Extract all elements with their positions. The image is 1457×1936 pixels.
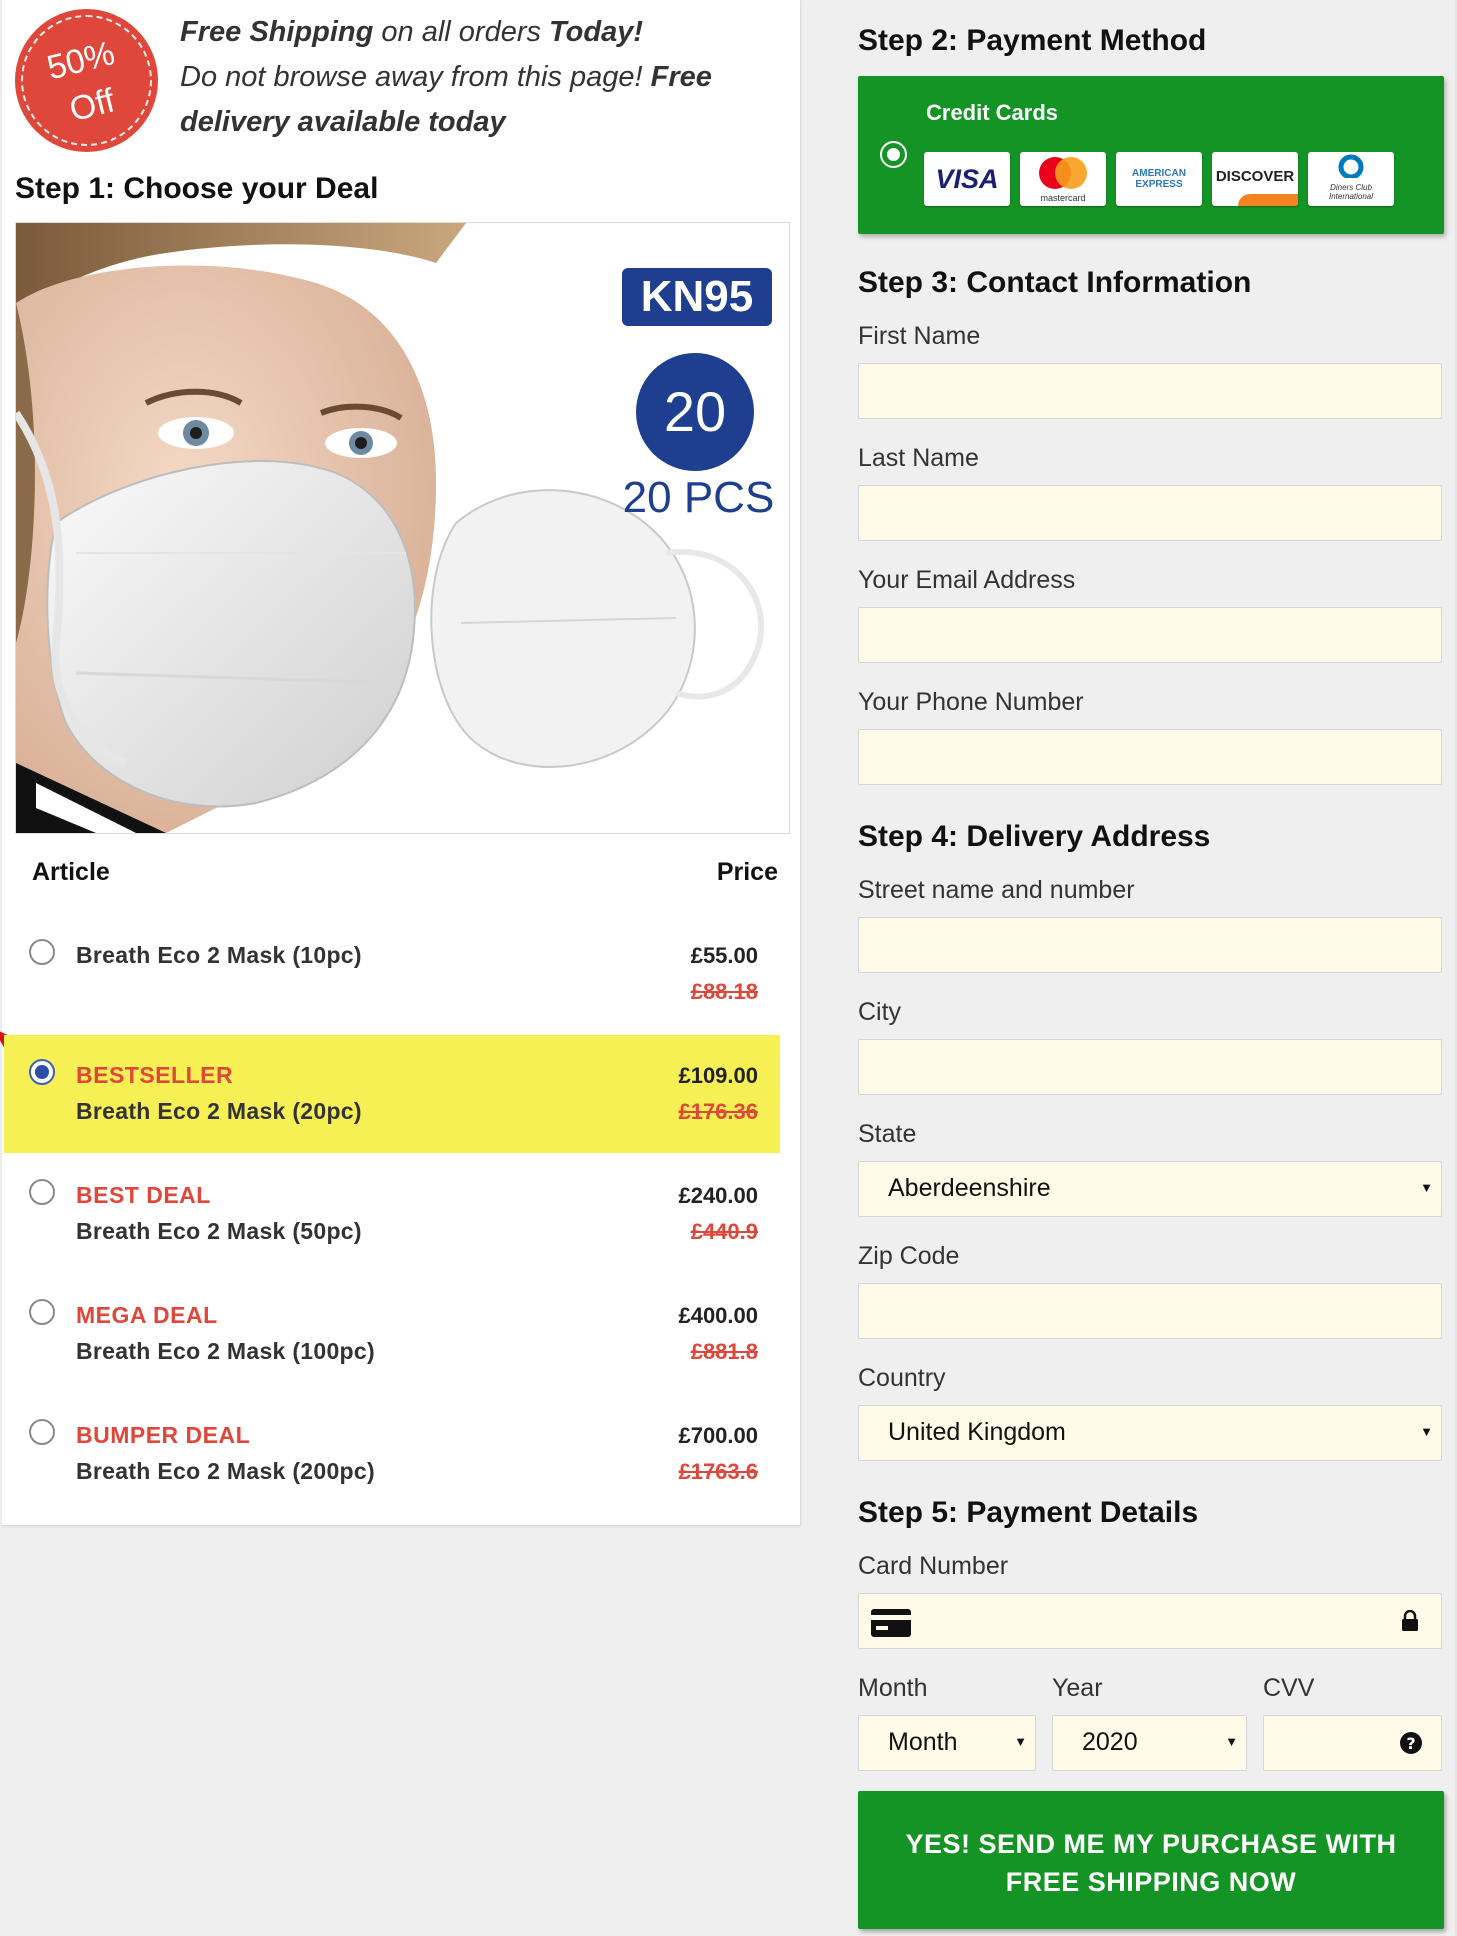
- piece-count-label: 20 PCS: [622, 473, 775, 522]
- promo-warning: Do not browse away from this page!: [180, 61, 651, 93]
- kn95-badge: KN95: [622, 268, 772, 326]
- promo-delivery: delivery available today: [180, 106, 506, 138]
- deal-radio[interactable]: [29, 1299, 55, 1325]
- mastercard-icon: mastercard: [1020, 152, 1106, 206]
- last-name-label: Last Name: [858, 444, 979, 472]
- deal-radio[interactable]: [29, 1179, 55, 1205]
- step4-title: Step 4: Delivery Address: [858, 820, 1211, 853]
- deal-price: £400.00: [678, 1303, 758, 1328]
- promo-orders: on all orders: [373, 16, 550, 48]
- street-label: Street name and number: [858, 876, 1135, 904]
- step5-title: Step 5: Payment Details: [858, 1496, 1199, 1529]
- credit-card-icon: [871, 1609, 911, 1637]
- discount-badge: 50% Off: [15, 9, 158, 152]
- last-name-field[interactable]: [858, 485, 1442, 541]
- deal-option-20pc[interactable]: BESTSELLER Breath Eco 2 Mask (20pc) £109…: [4, 1035, 780, 1153]
- deal-option-10pc[interactable]: Breath Eco 2 Mask (10pc) £55.00 £88.18: [4, 915, 780, 1033]
- phone-field[interactable]: [858, 729, 1442, 785]
- year-value: 2020: [1082, 1728, 1138, 1756]
- deal-old-price: £88.18: [690, 979, 758, 1004]
- credit-cards-label: Credit Cards: [926, 100, 1059, 125]
- chevron-down-icon: ▼: [1014, 1734, 1027, 1749]
- deal-old-price: £440.9: [690, 1219, 758, 1244]
- article-header: Article: [32, 858, 110, 886]
- promo-free: Free: [650, 61, 712, 93]
- chevron-down-icon: ▼: [1420, 1424, 1433, 1439]
- deal-name: Breath Eco 2 Mask (20pc): [76, 1098, 362, 1124]
- deal-name: Breath Eco 2 Mask (50pc): [76, 1218, 362, 1244]
- email-label: Your Email Address: [858, 566, 1076, 594]
- step1-title: Step 1: Choose your Deal: [15, 172, 379, 205]
- help-icon[interactable]: ?: [1399, 1731, 1423, 1755]
- deal-old-price: £1763.6: [678, 1459, 758, 1484]
- zip-field[interactable]: [858, 1283, 1442, 1339]
- promo-free-shipping: Free Shipping: [180, 16, 374, 48]
- deal-price: £55.00: [690, 943, 758, 968]
- chevron-down-icon: ▼: [1225, 1734, 1238, 1749]
- state-value: Aberdeenshire: [888, 1174, 1051, 1202]
- deal-tag: BESTSELLER: [76, 1062, 234, 1088]
- phone-label: Your Phone Number: [858, 688, 1084, 716]
- discover-card-icon: DISCOVER: [1212, 152, 1298, 206]
- deal-option-200pc[interactable]: BUMPER DEAL Breath Eco 2 Mask (200pc) £7…: [4, 1395, 780, 1513]
- price-header: Price: [716, 858, 778, 886]
- deal-name: Breath Eco 2 Mask (200pc): [76, 1458, 375, 1484]
- deal-option-50pc[interactable]: BEST DEAL Breath Eco 2 Mask (50pc) £240.…: [4, 1155, 780, 1273]
- submit-order-button[interactable]: YES! SEND ME MY PURCHASE WITH FREE SHIPP…: [858, 1791, 1444, 1929]
- svg-text:?: ?: [1406, 1734, 1415, 1753]
- country-select[interactable]: United Kingdom ▼: [858, 1405, 1442, 1461]
- country-label: Country: [858, 1364, 946, 1392]
- amex-card-icon: AMERICAN EXPRESS: [1116, 152, 1202, 206]
- promo-text: Free Shipping on all orders Today! Do no…: [180, 10, 780, 145]
- deal-tag: MEGA DEAL: [76, 1302, 218, 1328]
- state-label: State: [858, 1120, 917, 1148]
- year-label: Year: [1052, 1674, 1103, 1702]
- chevron-down-icon: ▼: [1420, 1180, 1433, 1195]
- piece-count-badge: 20: [636, 353, 754, 471]
- city-field[interactable]: [858, 1039, 1442, 1095]
- step3-title: Step 3: Contact Information: [858, 266, 1252, 299]
- diners-club-card-icon: Diners Club International: [1308, 152, 1394, 206]
- first-name-field[interactable]: [858, 363, 1442, 419]
- city-label: City: [858, 998, 902, 1026]
- submit-line1: YES! SEND ME MY PURCHASE WITH: [905, 1829, 1397, 1859]
- credit-card-radio[interactable]: [880, 141, 907, 168]
- deal-option-100pc[interactable]: MEGA DEAL Breath Eco 2 Mask (100pc) £400…: [4, 1275, 780, 1393]
- first-name-label: First Name: [858, 322, 981, 350]
- lock-icon: [1402, 1610, 1418, 1631]
- month-value: Month: [888, 1728, 958, 1756]
- visa-card-icon: VISA: [924, 152, 1010, 206]
- deal-old-price: £176.36: [678, 1099, 758, 1124]
- step2-title: Step 2: Payment Method: [858, 24, 1207, 57]
- zip-label: Zip Code: [858, 1242, 960, 1270]
- deal-price: £240.00: [678, 1183, 758, 1208]
- country-value: United Kingdom: [888, 1418, 1066, 1446]
- card-number-label: Card Number: [858, 1552, 1009, 1580]
- deal-panel: 50% Off Free Shipping on all orders Toda…: [0, 0, 801, 1526]
- deal-name: Breath Eco 2 Mask (10pc): [76, 942, 362, 968]
- street-field[interactable]: [858, 917, 1442, 973]
- submit-line2: FREE SHIPPING NOW: [1005, 1867, 1297, 1897]
- deal-radio[interactable]: [29, 939, 55, 965]
- month-label: Month: [858, 1674, 928, 1702]
- deal-radio[interactable]: [29, 1419, 55, 1445]
- month-select[interactable]: Month ▼: [858, 1715, 1036, 1771]
- product-image: KN95 20 20 PCS: [15, 222, 790, 834]
- cvv-field[interactable]: ?: [1263, 1715, 1442, 1771]
- deal-old-price: £881.8: [690, 1339, 758, 1364]
- promo-today: Today!: [549, 16, 644, 48]
- deal-tag: BEST DEAL: [76, 1182, 211, 1208]
- state-select[interactable]: Aberdeenshire ▼: [858, 1161, 1442, 1217]
- email-field[interactable]: [858, 607, 1442, 663]
- payment-method-option[interactable]: Credit Cards VISA mastercard AMERICAN EX…: [858, 76, 1444, 234]
- deal-price: £109.00: [678, 1063, 758, 1088]
- deal-tag: BUMPER DEAL: [76, 1422, 251, 1448]
- cvv-label: CVV: [1263, 1674, 1315, 1702]
- deal-radio-selected[interactable]: [29, 1059, 55, 1085]
- deal-price: £700.00: [678, 1423, 758, 1448]
- card-number-field[interactable]: [858, 1593, 1442, 1649]
- deal-name: Breath Eco 2 Mask (100pc): [76, 1338, 375, 1364]
- year-select[interactable]: 2020 ▼: [1052, 1715, 1247, 1771]
